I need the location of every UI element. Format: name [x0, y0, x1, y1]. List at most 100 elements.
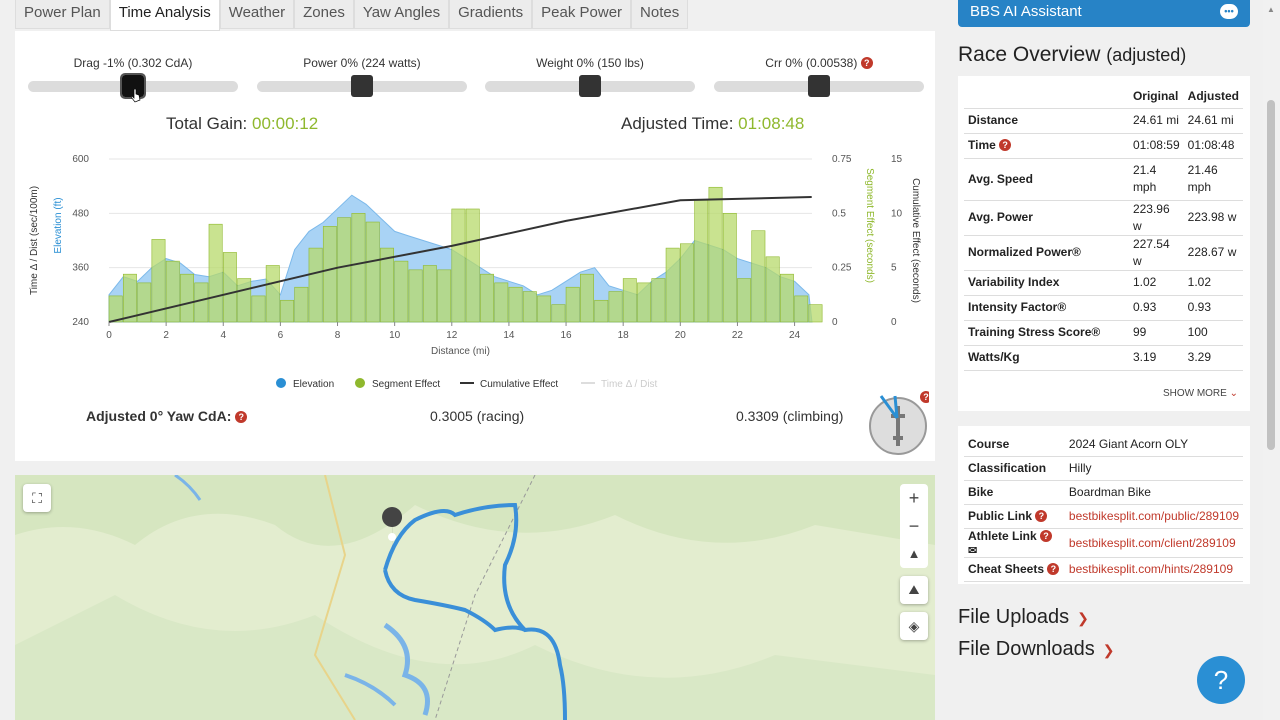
- x-tick-label: 22: [732, 330, 744, 341]
- adjusted-value: 100: [1183, 320, 1243, 346]
- row-label: Intensity Factor®: [964, 295, 1129, 321]
- row-label: Public Link ?: [964, 504, 1065, 529]
- slider-thumb[interactable]: [579, 75, 601, 97]
- segment-bar: [779, 273, 794, 323]
- x-tick-label: 8: [335, 330, 341, 341]
- tab-time-analysis[interactable]: Time Analysis: [109, 0, 220, 31]
- segment-bar: [765, 256, 780, 323]
- fullscreen-icon[interactable]: ⛶: [23, 484, 51, 512]
- table-row: Course 2024 Giant Acorn OLY: [964, 432, 1243, 457]
- layers-icon[interactable]: ◈: [900, 612, 928, 640]
- map-canvas: [15, 475, 935, 720]
- file-uploads-toggle[interactable]: File Uploads ❯: [958, 606, 1089, 629]
- time-analysis-panel: Drag -1% (0.302 CdA) Power 0% (224 watts)…: [15, 31, 935, 461]
- scrollbar[interactable]: ▲: [1263, 0, 1280, 720]
- segment-bar: [751, 230, 766, 323]
- legend-label: Elevation: [293, 379, 334, 390]
- total-gain-value: 00:00:12: [252, 114, 319, 133]
- y-right-tick: 0.5: [832, 208, 846, 219]
- race-overview-heading: Race Overview: [958, 43, 1101, 66]
- y-left-tick: 360: [72, 263, 89, 274]
- row-label: Classification: [964, 456, 1065, 481]
- tab-power-plan[interactable]: Power Plan: [15, 0, 110, 29]
- help-icon[interactable]: ?: [999, 139, 1012, 151]
- file-downloads-toggle[interactable]: File Downloads ❯: [958, 638, 1114, 661]
- table-row: Time ? 01:08:59 01:08:48: [964, 133, 1243, 159]
- segment-bar: [294, 286, 309, 323]
- show-more-button[interactable]: SHOW MORE ⌄: [1163, 388, 1238, 399]
- ai-assistant-button[interactable]: BBS AI Assistant •••: [958, 0, 1250, 27]
- link[interactable]: bestbikesplit.com/public/289109: [1064, 504, 1243, 529]
- segment-bar: [594, 299, 609, 323]
- slider-label: Drag -1% (0.302 CdA): [73, 56, 193, 70]
- row-label: Watts/Kg: [964, 345, 1129, 371]
- segment-bar: [122, 273, 137, 323]
- tab-peak-power[interactable]: Peak Power: [532, 0, 632, 29]
- help-icon[interactable]: ?: [1040, 529, 1053, 542]
- row-label: Variability Index: [964, 270, 1129, 296]
- race-overview-card: Original Adjusted Distance 24.61 mi 24.61 m…: [958, 76, 1250, 411]
- segment-bar: [480, 273, 494, 323]
- tab-notes[interactable]: Notes: [631, 0, 689, 29]
- tab-gradients[interactable]: Gradients: [449, 0, 533, 29]
- zoom-out-button[interactable]: −: [900, 512, 928, 540]
- adjusted-value: 01:08:48: [1183, 133, 1243, 159]
- segment-bar: [608, 291, 623, 323]
- segment-bar: [408, 269, 423, 323]
- segment-bar: [180, 273, 194, 323]
- course-map[interactable]: ⛶ + − ▲ ⛰ ◈: [15, 475, 935, 720]
- chevron-down-icon: ❯: [1102, 642, 1115, 658]
- segment-bar: [465, 208, 480, 323]
- table-row: Watts/Kg 3.19 3.29: [964, 345, 1243, 371]
- legend-marker: [355, 378, 365, 388]
- segment-bar: [565, 286, 580, 323]
- slider-thumb[interactable]: [808, 75, 830, 97]
- adjusted-value: 24.61 mi: [1183, 108, 1243, 134]
- race-overview-subtitle: (adjusted): [1106, 45, 1187, 65]
- help-button[interactable]: ?: [1197, 656, 1245, 704]
- table-row: Bike Boardman Bike: [964, 480, 1243, 505]
- mail-icon[interactable]: ✉: [968, 545, 977, 557]
- compass-icon[interactable]: ▲: [900, 540, 928, 568]
- segment-bar: [351, 213, 366, 323]
- tab-yaw-angles[interactable]: Yaw Angles: [353, 0, 450, 29]
- y-right-tick: 0.75: [832, 154, 852, 165]
- table-row: Training Stress Score® 99 100: [964, 320, 1243, 346]
- x-tick-label: 20: [675, 330, 687, 341]
- row-label: Athlete Link ? ✉: [964, 528, 1065, 558]
- segment-bar: [237, 278, 252, 323]
- adjusted-value: 223.98 w: [1183, 200, 1243, 236]
- original-value: 0.93: [1128, 295, 1184, 321]
- terrain-icon[interactable]: ⛰: [900, 576, 928, 604]
- original-value: 3.19: [1128, 345, 1184, 371]
- y-right-outer-tick: 5: [891, 263, 897, 274]
- help-icon[interactable]: ?: [1047, 563, 1060, 575]
- tab-zones[interactable]: Zones: [294, 0, 354, 29]
- link[interactable]: bestbikesplit.com/hints/289109: [1064, 557, 1243, 582]
- scroll-up-icon[interactable]: ▲: [1267, 5, 1275, 14]
- course-info-card: Course 2024 Giant Acorn OLY Classification…: [958, 426, 1250, 584]
- table-row: Variability Index 1.02 1.02: [964, 270, 1243, 296]
- x-tick-label: 2: [163, 330, 169, 341]
- y-left-tick: 480: [72, 208, 89, 219]
- yaw-rider-icon[interactable]: ?: [867, 388, 929, 456]
- help-icon[interactable]: ?: [235, 411, 248, 423]
- help-icon[interactable]: ?: [860, 57, 873, 69]
- slider-thumb[interactable]: [351, 75, 373, 97]
- legend-label: Segment Effect: [372, 379, 440, 390]
- adjusted-value: 21.46 mph: [1183, 158, 1243, 201]
- link[interactable]: bestbikesplit.com/client/289109: [1064, 528, 1243, 558]
- adjusted-value: 3.29: [1183, 345, 1243, 371]
- original-value: 227.54 w: [1128, 235, 1184, 271]
- zoom-in-button[interactable]: +: [900, 484, 928, 512]
- segment-bar: [494, 282, 509, 323]
- slider-label: Power 0% (224 watts): [303, 56, 421, 70]
- row-label: Course: [964, 432, 1065, 457]
- adjusted-time: Adjusted Time: 01:08:48: [621, 114, 804, 134]
- y-right-inner-label: Segment Effect (seconds): [864, 168, 875, 283]
- tab-weather[interactable]: Weather: [219, 0, 295, 29]
- row-label: Distance: [964, 108, 1129, 134]
- scrollbar-thumb[interactable]: [1267, 100, 1275, 450]
- y-right-outer-tick: 15: [891, 154, 903, 165]
- help-icon[interactable]: ?: [1035, 510, 1048, 522]
